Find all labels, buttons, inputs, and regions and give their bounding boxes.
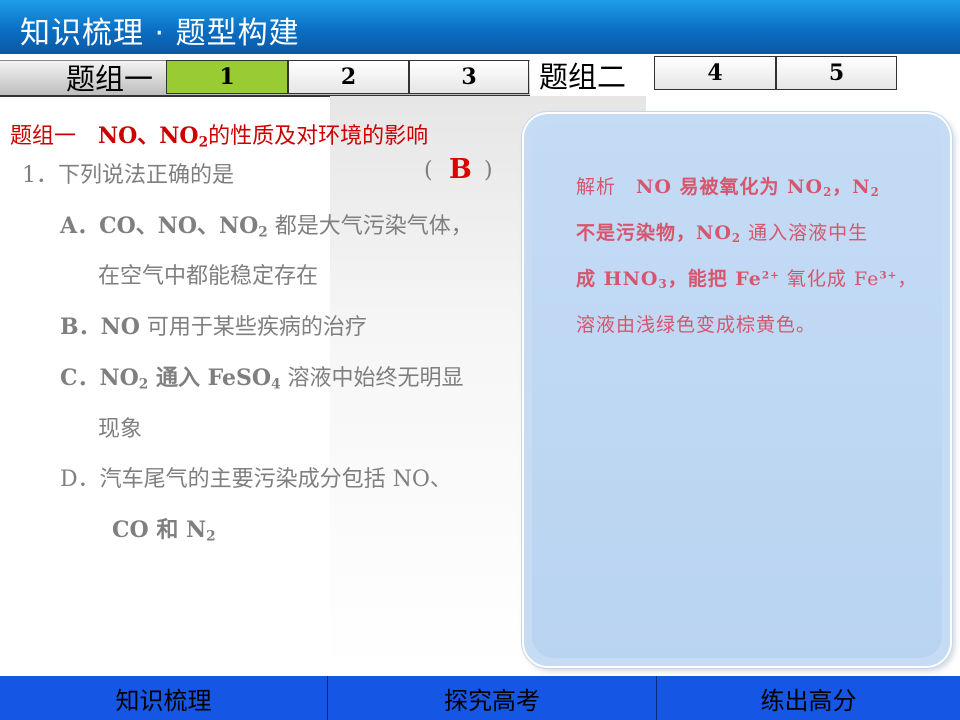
answer-open-paren: ( — [424, 158, 433, 183]
tab-question-2[interactable]: 2 — [288, 60, 409, 94]
answer-value: B — [449, 154, 472, 185]
answer-close-paren: ) — [484, 158, 493, 183]
option-d: D．汽车尾气的主要污染成分包括 NO、 — [60, 467, 452, 492]
analysis-label: 解析 — [576, 176, 617, 198]
tab-question-1[interactable]: 1 — [166, 60, 288, 94]
option-a: A．CO、NO、NO2 都是大气污染气体， — [60, 213, 473, 241]
heading-suffix: 的性质及对环境的影响 — [208, 124, 429, 149]
group2-label: 题组二 — [539, 60, 627, 94]
tab-question-4[interactable]: 4 — [654, 56, 776, 90]
analysis-line-2: 不是污染物，NO2 通入溶液中生 — [576, 222, 869, 245]
group1-label: 题组一 — [66, 62, 154, 96]
bottom-nav: 知识梳理 探究高考 练出高分 — [0, 676, 960, 720]
option-c: C．NO2 通入 FeSO4 溶液中始终无明显 — [60, 365, 464, 393]
option-c-cont: 现象 — [98, 417, 143, 442]
question-tab-row: 题组一 1 2 3 题组二 4 5 — [0, 56, 960, 97]
nav-knowledge-review[interactable]: 知识梳理 — [0, 676, 327, 720]
title-bar: 知识梳理 · 题型构建 — [0, 0, 960, 54]
heading-formula: NO、NO2 — [98, 123, 209, 151]
analysis-card-inner — [532, 122, 942, 658]
analysis-line-4: 溶液由浅绿色变成棕黄色。 — [576, 314, 817, 336]
nav-practice[interactable]: 练出高分 — [657, 676, 960, 720]
tab-question-3[interactable]: 3 — [409, 60, 529, 94]
question-stem: 1．下列说法正确的是 — [22, 163, 234, 188]
analysis-line-3: 成 HNO3，能把 Fe2+ 氧化成 Fe3+， — [576, 268, 918, 291]
analysis-line-1: 解析 NO 易被氧化为 NO2，N2 — [576, 176, 880, 199]
section-heading: 题组一 NO、NO2的性质及对环境的影响 — [10, 118, 428, 150]
option-b: B．NO 可用于某些疾病的治疗 — [60, 314, 367, 340]
option-a-cont: 在空气中都能稳定存在 — [98, 264, 319, 289]
option-d-cont: CO 和 N2 — [112, 517, 216, 545]
tab-question-5[interactable]: 5 — [776, 56, 897, 90]
heading-prefix: 题组一 — [10, 124, 77, 149]
nav-explore-exam[interactable]: 探究高考 — [328, 676, 656, 720]
page-title: 知识梳理 · 题型构建 — [20, 16, 300, 51]
